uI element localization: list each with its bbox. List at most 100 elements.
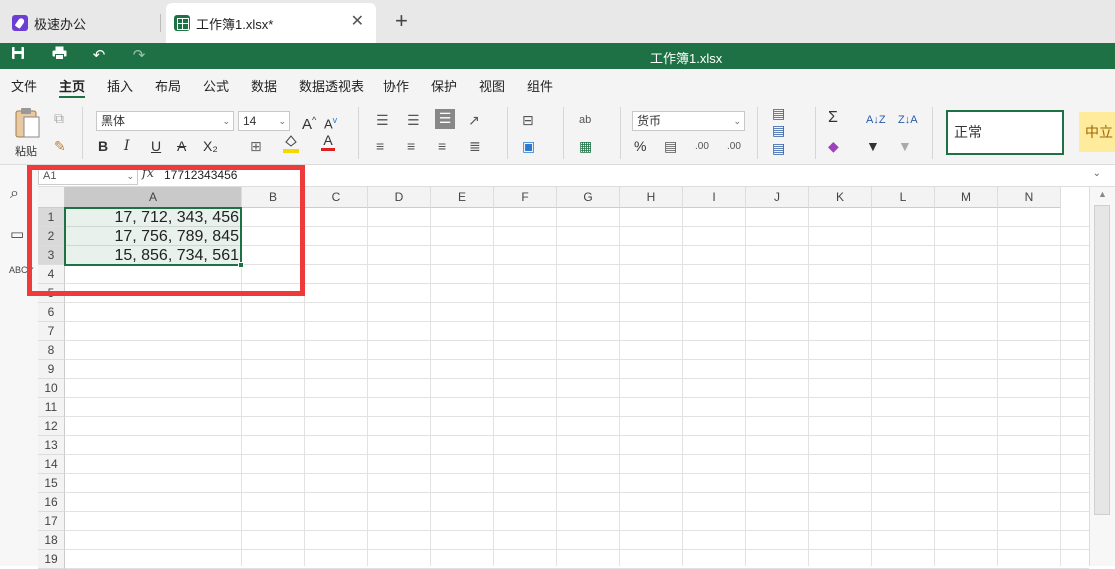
row-header-10[interactable]: 10 [38, 379, 65, 398]
column-header-m[interactable]: M [935, 187, 998, 208]
row-header-17[interactable]: 17 [38, 512, 65, 531]
print-icon[interactable] [49, 46, 69, 66]
row-header-15[interactable]: 15 [38, 474, 65, 493]
align-bottom-icon[interactable]: ☰ [435, 109, 455, 129]
undo-icon[interactable]: ↶ [89, 46, 109, 66]
row-header-9[interactable]: 9 [38, 360, 65, 379]
wrap-text-icon[interactable]: ⊟ [522, 111, 534, 129]
menu-layout[interactable]: 布局 [155, 76, 181, 95]
border-icon[interactable]: ⊞ [250, 137, 262, 155]
close-tab-icon[interactable]: ✕ [351, 13, 364, 31]
row-header-13[interactable]: 13 [38, 436, 65, 455]
column-header-e[interactable]: E [431, 187, 494, 208]
column-header-i[interactable]: I [683, 187, 746, 208]
column-header-n[interactable]: N [998, 187, 1061, 208]
row-header-6[interactable]: 6 [38, 303, 65, 322]
sort-descending-icon[interactable]: Z↓A [898, 111, 918, 129]
menu-pivot[interactable]: 数据透视表 [299, 76, 364, 95]
menu-file[interactable]: 文件 [11, 76, 37, 95]
increase-font-button[interactable]: A^ [302, 111, 316, 134]
grid-line [367, 208, 368, 566]
menu-formula[interactable]: 公式 [203, 76, 229, 95]
increase-decimal-button[interactable]: .00 [695, 138, 709, 156]
expand-formula-icon[interactable]: ⌄ [1093, 168, 1101, 179]
column-header-g[interactable]: G [557, 187, 620, 208]
menu-home[interactable]: 主页 [59, 76, 86, 98]
subscript-button[interactable]: X₂ [203, 137, 218, 155]
row-header-19[interactable]: 19 [38, 550, 65, 569]
sort-ascending-icon[interactable]: A↓Z [866, 111, 886, 129]
column-header-f[interactable]: F [494, 187, 557, 208]
tab-workbook[interactable]: 工作簿1.xlsx* ✕ [166, 3, 376, 43]
comment-icon[interactable]: ▭ [10, 225, 24, 243]
font-size-select[interactable]: 14 ⌄ [238, 111, 290, 131]
new-tab-icon[interactable]: + [395, 10, 408, 32]
copy-icon[interactable]: ⧉ [54, 109, 64, 127]
bold-button[interactable]: B [98, 137, 108, 155]
column-header-l[interactable]: L [872, 187, 935, 208]
row-header-8[interactable]: 8 [38, 341, 65, 360]
clear-filter-icon[interactable]: ▼ [898, 137, 912, 155]
rocket-icon [12, 15, 28, 31]
row-header-12[interactable]: 12 [38, 417, 65, 436]
tab-bar: 极速办公 工作簿1.xlsx* ✕ + [0, 0, 1115, 43]
paste-button[interactable] [12, 107, 42, 143]
search-icon[interactable]: ⌕ [10, 185, 19, 203]
delete-cells-icon[interactable]: ▤ [772, 121, 785, 139]
redo-icon[interactable]: ↷ [129, 46, 149, 66]
align-center-icon[interactable]: ≡ [407, 137, 415, 155]
grid-line [871, 208, 872, 566]
autosum-button[interactable]: Σ [828, 109, 838, 127]
ribbon-separator [620, 107, 621, 159]
grid-line [65, 397, 1089, 398]
percent-button[interactable]: % [634, 137, 646, 155]
row-header-18[interactable]: 18 [38, 531, 65, 550]
accounting-format-icon[interactable]: ▤ [664, 137, 677, 155]
save-icon[interactable] [8, 46, 28, 66]
cell-style-neutral[interactable]: 中立 [1079, 112, 1115, 152]
align-right-icon[interactable]: ≡ [438, 137, 446, 155]
menu-components[interactable]: 组件 [527, 76, 553, 95]
column-header-j[interactable]: J [746, 187, 809, 208]
fill-color-button[interactable] [283, 133, 299, 157]
row-header-16[interactable]: 16 [38, 493, 65, 512]
column-header-c[interactable]: C [305, 187, 368, 208]
tab-home[interactable]: 极速办公 [0, 3, 160, 43]
cell-style-normal[interactable]: 正常 [946, 110, 1064, 155]
row-header-7[interactable]: 7 [38, 322, 65, 341]
italic-button[interactable]: I [124, 137, 130, 155]
strikethrough-button[interactable]: A [177, 137, 186, 155]
align-top-icon[interactable]: ☰ [376, 111, 389, 129]
decrease-font-button[interactable]: Av [324, 111, 337, 133]
menu-protect[interactable]: 保护 [431, 76, 457, 95]
align-left-icon[interactable]: ≡ [376, 137, 384, 155]
menu-collab[interactable]: 协作 [383, 76, 409, 95]
font-color-button[interactable]: A [321, 133, 335, 151]
font-name-value: 黑体 [101, 114, 126, 128]
text-orientation-icon[interactable]: ↗ [468, 111, 480, 129]
row-header-11[interactable]: 11 [38, 398, 65, 417]
format-painter-icon[interactable]: ✎ [54, 137, 66, 155]
column-header-k[interactable]: K [809, 187, 872, 208]
row-header-14[interactable]: 14 [38, 455, 65, 474]
scroll-up-icon[interactable]: ▲ [1098, 189, 1107, 199]
menu-insert[interactable]: 插入 [107, 76, 133, 95]
insert-cells-icon[interactable]: ▤ [772, 104, 785, 122]
scrollbar-thumb[interactable] [1094, 205, 1110, 515]
menu-view[interactable]: 视图 [479, 76, 505, 95]
decrease-decimal-button[interactable]: .00 [727, 138, 741, 156]
autofit-icon[interactable]: ab [579, 111, 591, 129]
table-format-icon[interactable]: ▦ [579, 137, 592, 155]
number-format-select[interactable]: 货币 ⌄ [632, 111, 745, 131]
filter-icon[interactable]: ▼ [866, 137, 880, 155]
font-name-select[interactable]: 黑体 ⌄ [96, 111, 234, 131]
merge-cells-icon[interactable]: ▣ [522, 137, 535, 155]
format-cells-icon[interactable]: ▤ [772, 139, 785, 157]
clear-icon[interactable]: ◆ [828, 137, 839, 155]
justify-icon[interactable]: ≣ [469, 137, 481, 155]
align-middle-icon[interactable]: ☰ [407, 111, 420, 129]
underline-button[interactable]: U [151, 137, 161, 155]
column-header-d[interactable]: D [368, 187, 431, 208]
menu-data[interactable]: 数据 [251, 76, 277, 95]
column-header-h[interactable]: H [620, 187, 683, 208]
